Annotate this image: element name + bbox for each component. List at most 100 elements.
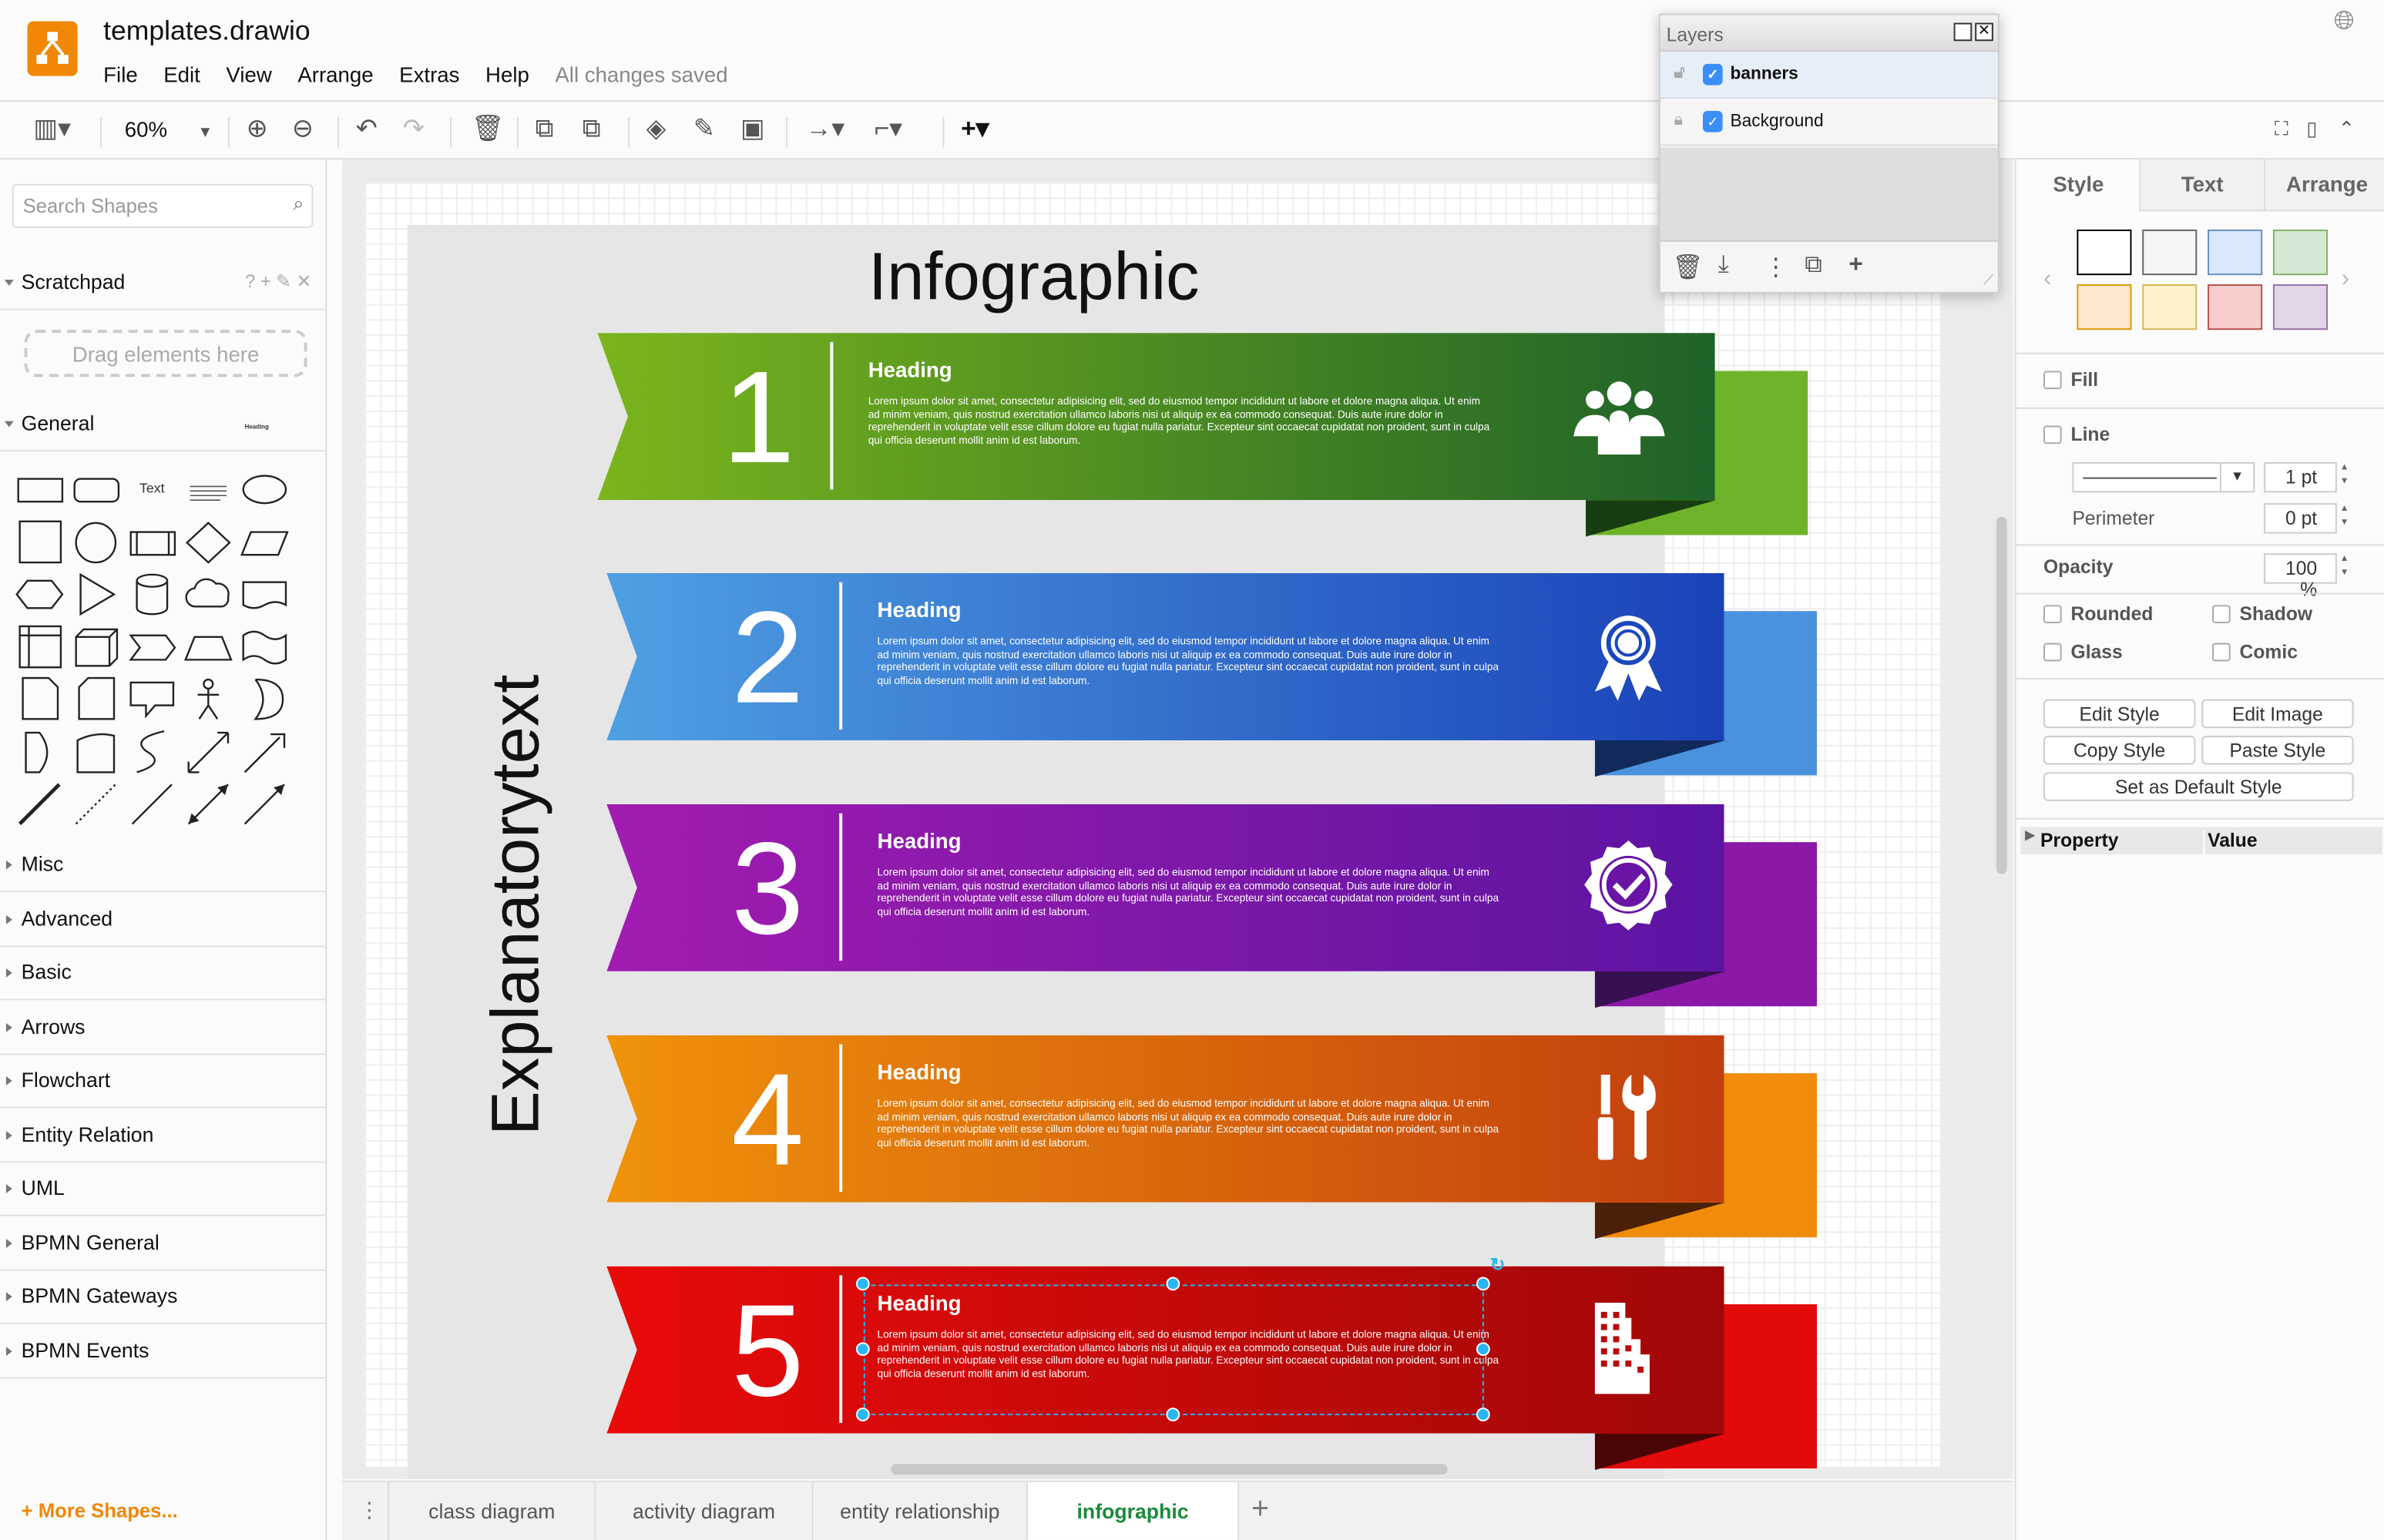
opacity-stepper[interactable]: ▲ ▼ — [2337, 553, 2352, 583]
shape-trapezoid[interactable] — [181, 621, 237, 673]
shape-text[interactable]: Text — [125, 464, 181, 516]
resize-handle[interactable] — [855, 1277, 870, 1291]
banner-body-text[interactable]: Lorem ipsum dolor sit amet, consectetur … — [878, 1099, 1501, 1151]
menu-edit[interactable]: Edit — [163, 62, 200, 87]
section-basic[interactable]: Basic — [0, 947, 327, 1001]
menu-file[interactable]: File — [103, 62, 138, 87]
zoom-select[interactable]: 60% ▼ — [125, 114, 213, 149]
layer-background[interactable]: 🔒︎ ✓ Background — [1660, 99, 1998, 146]
section-uml[interactable]: UML — [0, 1163, 327, 1216]
shape-arrow[interactable] — [237, 726, 294, 778]
tools-icon[interactable] — [1580, 1069, 1677, 1166]
resize-handle[interactable] — [855, 1407, 870, 1421]
line-color-icon[interactable]: ✎ — [693, 114, 715, 144]
connection-icon[interactable]: →▾ — [806, 114, 844, 144]
shape-card[interactable] — [69, 673, 125, 726]
to-back-icon[interactable]: ⧉ — [583, 114, 601, 144]
line-width-input[interactable]: 1 pt — [2264, 461, 2337, 493]
layer-banners[interactable]: 🔓︎ ✓ banners — [1660, 52, 1998, 99]
tab-class-diagram[interactable]: class diagram — [388, 1481, 596, 1540]
section-bpmn-events[interactable]: BPMN Events — [0, 1325, 327, 1378]
banner-number[interactable]: 2 — [731, 585, 804, 731]
banner-number[interactable]: 1 — [722, 345, 794, 491]
fullscreen-icon[interactable]: ⛶ — [2275, 114, 2288, 144]
scratchpad-tools[interactable]: ? + ✎ ✕ — [245, 270, 311, 292]
resize-handle[interactable] — [1166, 1277, 1180, 1291]
edit-image-button[interactable]: Edit Image — [2201, 699, 2354, 729]
unlock-icon[interactable]: 🔓︎ — [1674, 64, 1685, 84]
resize-handle[interactable] — [1476, 1342, 1490, 1357]
scratchpad-drop-zone[interactable]: Drag elements here — [24, 330, 307, 377]
paste-style-button[interactable]: Paste Style — [2201, 736, 2354, 765]
shape-manual-input[interactable] — [69, 726, 125, 778]
shape-document[interactable] — [237, 569, 294, 621]
zoom-in-icon[interactable]: ⊕ — [247, 114, 268, 144]
opacity-input[interactable]: 100 % — [2264, 553, 2337, 600]
section-entity-relation[interactable]: Entity Relation — [0, 1109, 327, 1163]
explanatory-text[interactable]: Explanatorytext — [448, 646, 586, 1163]
users-icon[interactable] — [1570, 367, 1667, 464]
globe-icon[interactable]: 🌐︎ — [2334, 6, 2355, 36]
shape-or[interactable] — [237, 673, 294, 726]
vertical-scrollbar[interactable] — [1996, 516, 2007, 874]
banner-body-text[interactable]: Lorem ipsum dolor sit amet, consectetur … — [878, 637, 1501, 689]
undo-icon[interactable]: ↶ — [356, 114, 378, 144]
redo-icon[interactable]: ↷ — [403, 114, 425, 144]
shape-circle[interactable] — [69, 516, 125, 569]
shape-data-storage[interactable] — [12, 726, 69, 778]
edit-style-button[interactable]: Edit Style — [2043, 699, 2196, 729]
swatch-next-icon[interactable]: › — [2342, 266, 2350, 294]
shape-diamond[interactable] — [181, 516, 237, 569]
banner-heading[interactable]: Heading — [878, 597, 962, 622]
zoom-out-icon[interactable]: ⊖ — [292, 114, 314, 144]
toggle-format-icon[interactable]: ▯ — [2306, 114, 2317, 144]
shape-parallelogram[interactable] — [237, 516, 294, 569]
style-swatch[interactable] — [2142, 284, 2198, 330]
section-flowchart[interactable]: Flowchart — [0, 1055, 327, 1109]
shape-hexagon[interactable] — [12, 569, 69, 621]
style-swatch[interactable] — [2077, 229, 2132, 276]
banner-bar[interactable]: 2 Heading Lorem ipsum dolor sit amet, co… — [606, 572, 1724, 740]
shape-internal-storage[interactable] — [12, 621, 69, 673]
style-swatch[interactable] — [2272, 229, 2328, 276]
pages-menu-icon[interactable]: ⋮ — [359, 1498, 381, 1524]
fill-checkbox[interactable] — [2043, 371, 2062, 390]
perimeter-stepper[interactable]: ▲ ▼ — [2337, 503, 2352, 533]
delete-icon[interactable]: 🗑︎ — [472, 114, 505, 144]
copy-style-button[interactable]: Copy Style — [2043, 736, 2196, 765]
search-shapes-input[interactable]: Search Shapes ⌕ — [12, 183, 314, 228]
shape-callout[interactable] — [125, 673, 181, 726]
resize-handle[interactable] — [855, 1342, 870, 1357]
shape-heading[interactable]: Heading — [181, 423, 269, 516]
shape-cube[interactable] — [69, 621, 125, 673]
tab-text[interactable]: Text — [2139, 159, 2265, 212]
line-width-stepper[interactable]: ▲ ▼ — [2337, 462, 2352, 492]
banner-number[interactable]: 4 — [731, 1048, 804, 1193]
section-general[interactable]: General — [0, 398, 327, 452]
set-default-style-button[interactable]: Set as Default Style — [2043, 772, 2354, 801]
line-checkbox[interactable] — [2043, 425, 2062, 445]
shape-square[interactable] — [12, 516, 69, 569]
banner-body-text[interactable]: Lorem ipsum dolor sit amet, consectetur … — [868, 397, 1492, 448]
fill-color-icon[interactable]: ◈ — [646, 114, 667, 144]
shape-note[interactable] — [12, 673, 69, 726]
shape-rounded-rectangle[interactable] — [69, 464, 125, 516]
shape-ellipse[interactable] — [237, 464, 294, 516]
resize-handle[interactable] — [1476, 1277, 1490, 1291]
section-arrows[interactable]: Arrows — [0, 1001, 327, 1055]
menu-extras[interactable]: Extras — [399, 62, 459, 87]
shape-line[interactable] — [12, 778, 69, 830]
perimeter-input[interactable]: 0 pt — [2264, 503, 2337, 534]
shape-triangle[interactable] — [69, 569, 125, 621]
shape-tape[interactable] — [237, 621, 294, 673]
resize-handle[interactable] — [1476, 1407, 1490, 1421]
collapse-icon[interactable]: ⌃ — [2339, 114, 2355, 144]
diagram-canvas[interactable]: Infographic Explanatorytext 1 Heading Lo… — [341, 159, 2013, 1479]
shape-curve[interactable] — [125, 726, 181, 778]
waypoints-icon[interactable]: ⌐▾ — [875, 114, 902, 144]
tab-activity-diagram[interactable]: activity diagram — [596, 1481, 814, 1540]
banner-bar[interactable]: 4 Heading Lorem ipsum dolor sit amet, co… — [606, 1035, 1724, 1203]
file-title[interactable]: templates.drawio — [103, 15, 311, 47]
add-layer-icon[interactable]: + — [1848, 253, 1862, 280]
shape-dotted-line[interactable] — [69, 778, 125, 830]
